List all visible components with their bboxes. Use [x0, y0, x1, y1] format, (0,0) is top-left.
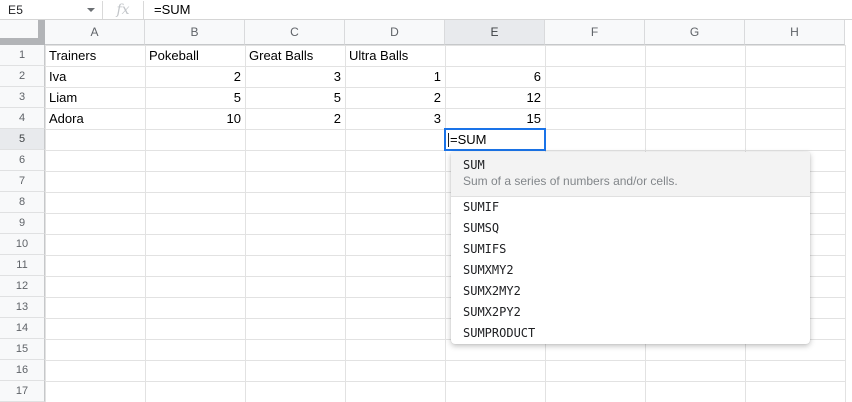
- text-caret: [448, 133, 449, 147]
- row-header-11[interactable]: 11: [0, 255, 45, 276]
- autocomplete-selected-item[interactable]: SUM Sum of a series of numbers and/or ce…: [451, 152, 810, 197]
- spreadsheet-app: E5 fx =SUM ABCDEFGH 12345678910111213141…: [0, 0, 852, 402]
- row-header-3[interactable]: 3: [0, 87, 45, 108]
- column-header-F[interactable]: F: [545, 20, 645, 45]
- cell-D3[interactable]: 2: [345, 87, 445, 108]
- formula-input[interactable]: =SUM: [144, 0, 852, 19]
- cell-E4[interactable]: 15: [445, 108, 545, 129]
- active-cell-text: =SUM: [450, 132, 486, 147]
- row-header-13[interactable]: 13: [0, 297, 45, 318]
- autocomplete-item-sumx2my2[interactable]: SUMX2MY2: [451, 281, 810, 302]
- cell-C2[interactable]: 3: [245, 66, 345, 87]
- autocomplete-item-sumproduct[interactable]: SUMPRODUCT: [451, 323, 810, 344]
- row-header-8[interactable]: 8: [0, 192, 45, 213]
- autocomplete-item-sumxmy2[interactable]: SUMXMY2: [451, 260, 810, 281]
- name-box[interactable]: E5: [0, 0, 102, 19]
- column-header-C[interactable]: C: [245, 20, 345, 45]
- cell-A3[interactable]: Liam: [45, 87, 145, 108]
- formula-bar: E5 fx =SUM: [0, 0, 852, 20]
- cell-B2[interactable]: 2: [145, 66, 245, 87]
- row-header-12[interactable]: 12: [0, 276, 45, 297]
- column-header-B[interactable]: B: [145, 20, 245, 45]
- function-description: Sum of a series of numbers and/or cells.: [463, 173, 798, 190]
- cell-C3[interactable]: 5: [245, 87, 345, 108]
- chevron-down-icon[interactable]: [87, 8, 95, 12]
- row-header-7[interactable]: 7: [0, 171, 45, 192]
- autocomplete-item-sumifs[interactable]: SUMIFS: [451, 239, 810, 260]
- row-header-16[interactable]: 16: [0, 360, 45, 381]
- function-autocomplete: SUM Sum of a series of numbers and/or ce…: [451, 152, 810, 344]
- column-header-A[interactable]: A: [45, 20, 145, 45]
- autocomplete-item-sumx2py2[interactable]: SUMX2PY2: [451, 302, 810, 323]
- autocomplete-item-sumif[interactable]: SUMIF: [451, 197, 810, 218]
- cell-A2[interactable]: Iva: [45, 66, 145, 87]
- row-header-17[interactable]: 17: [0, 381, 45, 402]
- cell-A1[interactable]: Trainers: [45, 45, 145, 66]
- row-header-1[interactable]: 1: [0, 45, 45, 66]
- cell-D2[interactable]: 1: [345, 66, 445, 87]
- row-header-9[interactable]: 9: [0, 213, 45, 234]
- cell-E2[interactable]: 6: [445, 66, 545, 87]
- row-header-4[interactable]: 4: [0, 108, 45, 129]
- column-header-H[interactable]: H: [745, 20, 845, 45]
- row-header-10[interactable]: 10: [0, 234, 45, 255]
- row-header-6[interactable]: 6: [0, 150, 45, 171]
- column-headers: ABCDEFGH: [0, 20, 852, 45]
- fx-box: fx: [103, 0, 143, 19]
- row-headers: 1234567891011121314151617: [0, 45, 45, 402]
- cell-D4[interactable]: 3: [345, 108, 445, 129]
- function-name: SUM: [463, 157, 798, 173]
- cell-B3[interactable]: 5: [145, 87, 245, 108]
- cell-E3[interactable]: 12: [445, 87, 545, 108]
- row-header-5[interactable]: 5: [0, 129, 45, 150]
- column-header-G[interactable]: G: [645, 20, 745, 45]
- row-header-15[interactable]: 15: [0, 339, 45, 360]
- active-cell-editor[interactable]: =SUM: [444, 128, 546, 151]
- row-header-14[interactable]: 14: [0, 318, 45, 339]
- cell-B4[interactable]: 10: [145, 108, 245, 129]
- fx-icon: fx: [116, 2, 129, 18]
- autocomplete-list: SUMIFSUMSQSUMIFSSUMXMY2SUMX2MY2SUMX2PY2S…: [451, 197, 810, 344]
- column-header-D[interactable]: D: [345, 20, 445, 45]
- row-header-2[interactable]: 2: [0, 66, 45, 87]
- cell-B1[interactable]: Pokeball: [145, 45, 245, 66]
- cell-A4[interactable]: Adora: [45, 108, 145, 129]
- cell-C1[interactable]: Great Balls: [245, 45, 345, 66]
- cell-D1[interactable]: Ultra Balls: [345, 45, 445, 66]
- cell-C4[interactable]: 2: [245, 108, 345, 129]
- autocomplete-item-sumsq[interactable]: SUMSQ: [451, 218, 810, 239]
- cell-reference: E5: [8, 3, 23, 17]
- column-header-E[interactable]: E: [445, 20, 545, 45]
